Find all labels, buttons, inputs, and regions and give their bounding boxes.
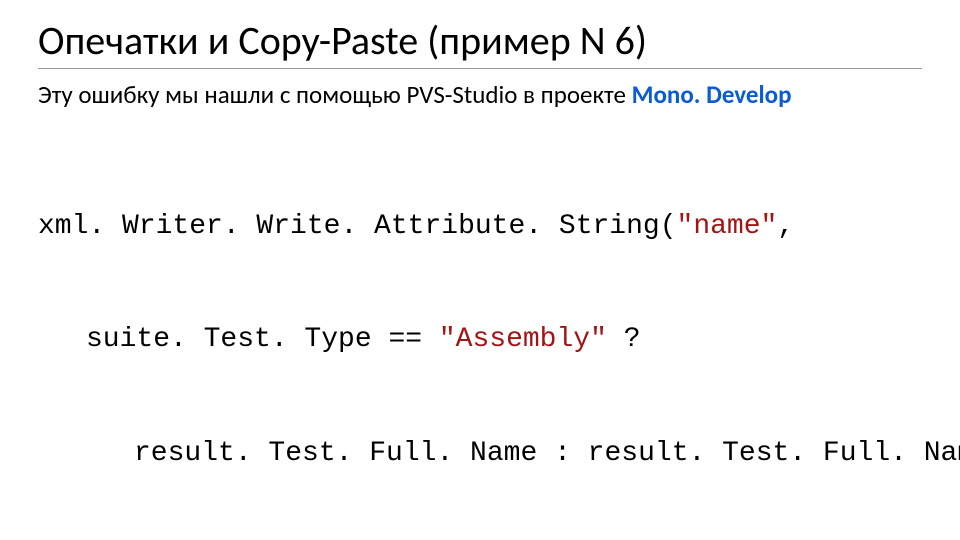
- arrow-icon: [98, 526, 818, 540]
- code-text: ,: [777, 211, 794, 242]
- code-block: xml. Writer. Write. Attribute. String("n…: [38, 132, 922, 540]
- subheading: Эту ошибку мы нашли с помощью PVS-Studio…: [38, 79, 922, 110]
- code-text: suite. Test. Type ==: [86, 324, 439, 355]
- code-line-3: result. Test. Full. Name : result. Test.…: [38, 435, 922, 473]
- code-string: "Assembly": [439, 324, 607, 355]
- project-name: Mono. Develop: [632, 79, 792, 110]
- title-underline: [38, 68, 922, 69]
- subheading-text: Эту ошибку мы нашли с помощью PVS-Studio…: [38, 79, 632, 110]
- code-line-1: xml. Writer. Write. Attribute. String("n…: [38, 208, 922, 246]
- code-text: ?: [607, 324, 641, 355]
- code-line-2: suite. Test. Type == "Assembly" ?: [38, 321, 922, 359]
- code-string: "name": [677, 211, 778, 242]
- code-text: result. Test. Full. Name : result. Test.…: [134, 438, 960, 469]
- slide-title: Опечатки и Copy-Paste (пример N 6): [38, 18, 922, 64]
- code-text: xml. Writer. Write. Attribute. String(: [38, 211, 677, 242]
- slide: Опечатки и Copy-Paste (пример N 6) Эту о…: [0, 0, 960, 540]
